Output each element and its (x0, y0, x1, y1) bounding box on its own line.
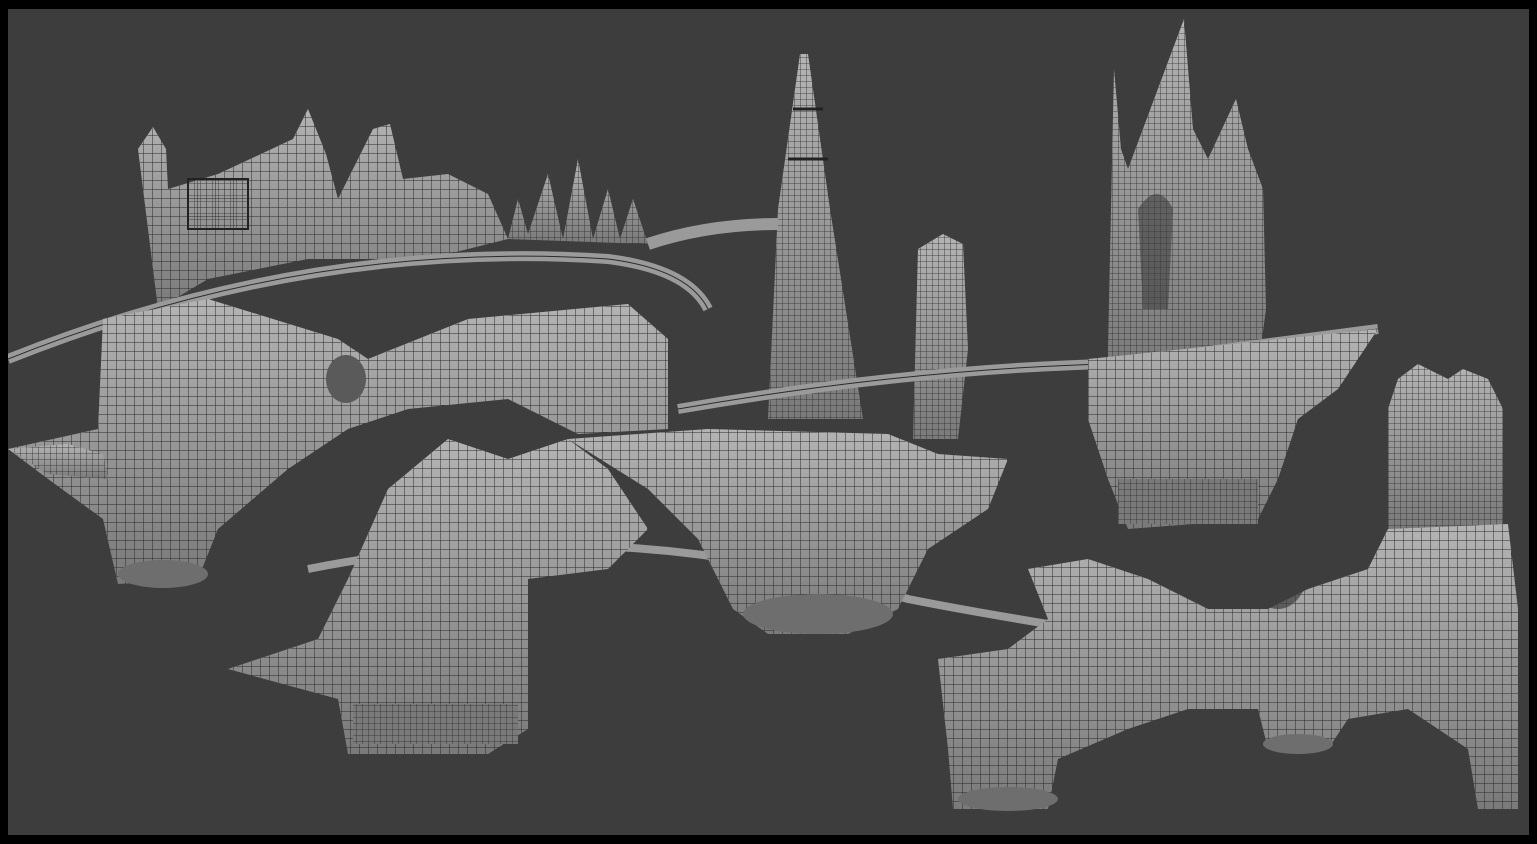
right-back-structure[interactable] (1388, 364, 1503, 529)
right-main-platform[interactable] (1088, 329, 1378, 529)
middle-left-platform[interactable] (228, 439, 648, 754)
lower-right-platform[interactable] (938, 524, 1518, 811)
viewport-frame (0, 0, 1537, 844)
central-spire[interactable] (768, 54, 863, 419)
left-back-structure[interactable] (138, 109, 508, 309)
3d-viewport[interactable] (8, 9, 1529, 835)
spire-tower-right[interactable] (1108, 19, 1266, 369)
crown-spikes (508, 159, 648, 244)
wireframe-scene[interactable] (8, 9, 1529, 835)
mid-tower[interactable] (913, 234, 968, 439)
